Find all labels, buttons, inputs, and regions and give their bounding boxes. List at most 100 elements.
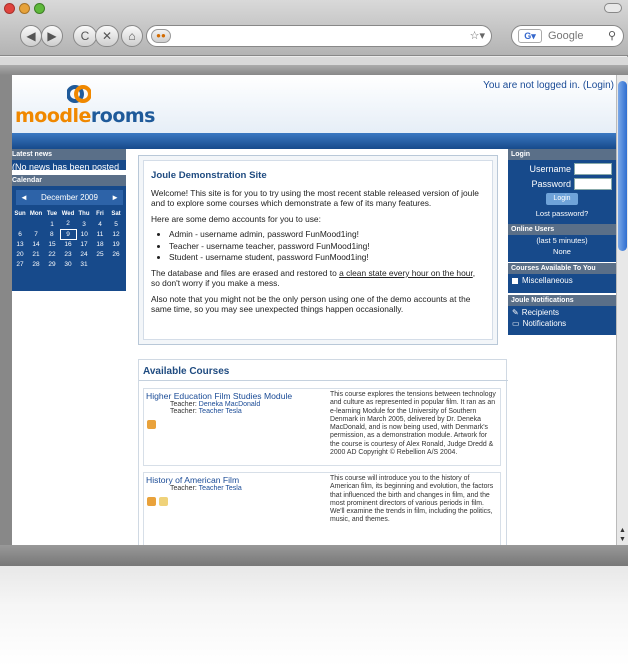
scroll-down-icon[interactable]: ▼	[619, 536, 626, 543]
guest-access-icon[interactable]	[147, 497, 156, 506]
calendar-day[interactable]: 23	[60, 249, 76, 259]
calendar-day[interactable]: 22	[44, 249, 60, 259]
calendar-day[interactable]: 24	[76, 249, 92, 259]
calendar-grid: Sun Mon Tue Wed Thu Fri Sat 1 2 3 4 5 6 7 8 9 10 11 12 13 14…	[12, 209, 124, 269]
calendar-day[interactable]: 15	[44, 239, 60, 249]
search-icon[interactable]: ⚲	[608, 29, 616, 42]
notifications-label: Notifications	[522, 319, 567, 328]
calendar-today[interactable]: 9	[59, 228, 77, 240]
category-icon	[512, 277, 518, 284]
screen: { "browser": { "back_icon": "back-arrow-…	[0, 0, 628, 666]
password-input[interactable]	[574, 178, 612, 190]
minimize-window-button[interactable]	[19, 3, 30, 14]
calendar-day[interactable]: 28	[28, 259, 44, 269]
course-title-link[interactable]: History of American Film	[146, 475, 322, 485]
toolbar-toggle-button[interactable]	[604, 3, 622, 13]
calendar-day[interactable]: 10	[76, 229, 92, 239]
clean-state-link[interactable]: a clean state every hour on the hour	[339, 268, 473, 278]
online-users-period: (last 5 minutes)	[536, 236, 588, 245]
teacher-link[interactable]: Teacher Tesla	[199, 408, 242, 415]
bookmark-star-icon[interactable]: ☆▾	[470, 29, 485, 42]
close-window-button[interactable]	[4, 3, 15, 14]
header-band	[12, 133, 616, 149]
calendar-weekday-row: Sun Mon Tue Wed Thu Fri Sat	[12, 209, 124, 219]
search-placeholder: Google	[548, 30, 584, 42]
calendar-day[interactable]: 8	[44, 229, 60, 239]
calendar-day[interactable]: 17	[76, 239, 92, 249]
calendar-week-row: 27 28 29 30 31	[12, 259, 124, 269]
notifications-block: Joule Notifications ✎ Recipients ▭ Notific…	[508, 295, 616, 335]
calendar-day[interactable]: 7	[28, 229, 44, 239]
recipients-icon: ✎	[512, 308, 519, 317]
home-button[interactable]: ⌂	[121, 25, 143, 47]
calendar-day[interactable]: 4	[92, 219, 108, 229]
calendar-day[interactable]: 19	[108, 239, 124, 249]
bookmarks-bar	[0, 57, 628, 66]
calendar-day[interactable]: 12	[108, 229, 124, 239]
shared-accounts-notice: Also note that you might not be the only…	[151, 293, 471, 315]
course-teacher: Teacher: Deneka MacDonald	[170, 401, 261, 408]
zoom-window-button[interactable]	[34, 3, 45, 14]
calendar-day[interactable]: 20	[12, 249, 28, 259]
welcome-text: Welcome! This site is for you to try usi…	[151, 187, 479, 209]
calendar-day[interactable]: 26	[108, 249, 124, 259]
teacher-link[interactable]: Deneka MacDonald	[199, 401, 260, 408]
username-input[interactable]	[574, 163, 612, 175]
course-title-link[interactable]: Higher Education Film Studies Module	[146, 391, 322, 401]
course-teacher: Teacher: Teacher Tesla	[170, 408, 242, 415]
calendar-day[interactable]: 30	[60, 259, 76, 269]
search-engine-icon[interactable]: G▾	[518, 29, 542, 43]
calendar-day[interactable]: 25	[92, 249, 108, 259]
weekday-label: Tue	[46, 211, 58, 217]
search-field[interactable]: G▾ Google ⚲	[511, 25, 624, 47]
notifications-link[interactable]: ▭ Notifications	[508, 319, 616, 330]
calendar-day[interactable]: 6	[12, 229, 28, 239]
lost-password-link[interactable]: Lost password?	[508, 208, 616, 219]
login-header: Login	[508, 149, 616, 160]
stop-button[interactable]: ✕	[95, 25, 119, 47]
username-label: Username	[529, 164, 571, 174]
calendar-day[interactable]: 1	[44, 219, 60, 229]
calendar-day[interactable]: 31	[76, 259, 92, 269]
calendar-day[interactable]: 21	[28, 249, 44, 259]
calendar-day[interactable]: 13	[12, 239, 28, 249]
teacher-link[interactable]: Teacher Tesla	[199, 485, 242, 492]
url-bar[interactable]: ●● ☆▾	[146, 25, 492, 47]
site-description-body: Joule Demonstration Site Welcome! This s…	[143, 160, 493, 340]
notifications-header: Joule Notifications	[508, 295, 616, 306]
back-button[interactable]: ◀	[20, 25, 42, 47]
vertical-scrollbar[interactable]: ▲ ▼	[616, 75, 628, 545]
reload-icon: C	[80, 29, 90, 43]
guest-access-icon[interactable]	[147, 420, 156, 429]
available-courses-title: Available Courses	[143, 366, 230, 377]
next-month-icon[interactable]: ►	[111, 193, 119, 202]
calendar-day[interactable]: 11	[92, 229, 108, 239]
tab-strip	[0, 66, 628, 75]
enrolment-key-icon[interactable]	[159, 497, 169, 506]
calendar-day[interactable]: 16	[60, 239, 76, 249]
login-button[interactable]: Login	[546, 193, 578, 205]
prev-month-icon[interactable]: ◄	[20, 193, 28, 202]
login-status[interactable]: You are not logged in. (Login)	[483, 80, 614, 91]
scroll-up-icon[interactable]: ▲	[619, 527, 626, 534]
calendar-day[interactable]: 18	[92, 239, 108, 249]
site-title: Joule Demonstration Site	[151, 170, 267, 181]
calendar-day[interactable]: 5	[108, 219, 124, 229]
calendar-day[interactable]: 2	[60, 219, 76, 229]
online-users-header: Online Users	[508, 224, 616, 235]
forward-button[interactable]: ▶	[41, 25, 63, 47]
category-miscellaneous[interactable]: Miscellaneous	[508, 274, 616, 287]
calendar-day[interactable]: 27	[12, 259, 28, 269]
online-users-none: None	[553, 247, 571, 256]
calendar-month: December 2009	[41, 193, 98, 202]
calendar-day[interactable]: 29	[44, 259, 60, 269]
reload-button[interactable]: C	[73, 25, 97, 47]
calendar-day[interactable]: 3	[76, 219, 92, 229]
calendar-week-row: 20 21 22 23 24 25 26	[12, 249, 124, 259]
recipients-link[interactable]: ✎ Recipients	[508, 306, 616, 319]
status-bar	[0, 545, 628, 566]
calendar-day[interactable]: 14	[28, 239, 44, 249]
calendar-day	[108, 259, 124, 269]
weekday-label: Wed	[61, 211, 75, 217]
scrollbar-thumb[interactable]	[618, 81, 627, 251]
